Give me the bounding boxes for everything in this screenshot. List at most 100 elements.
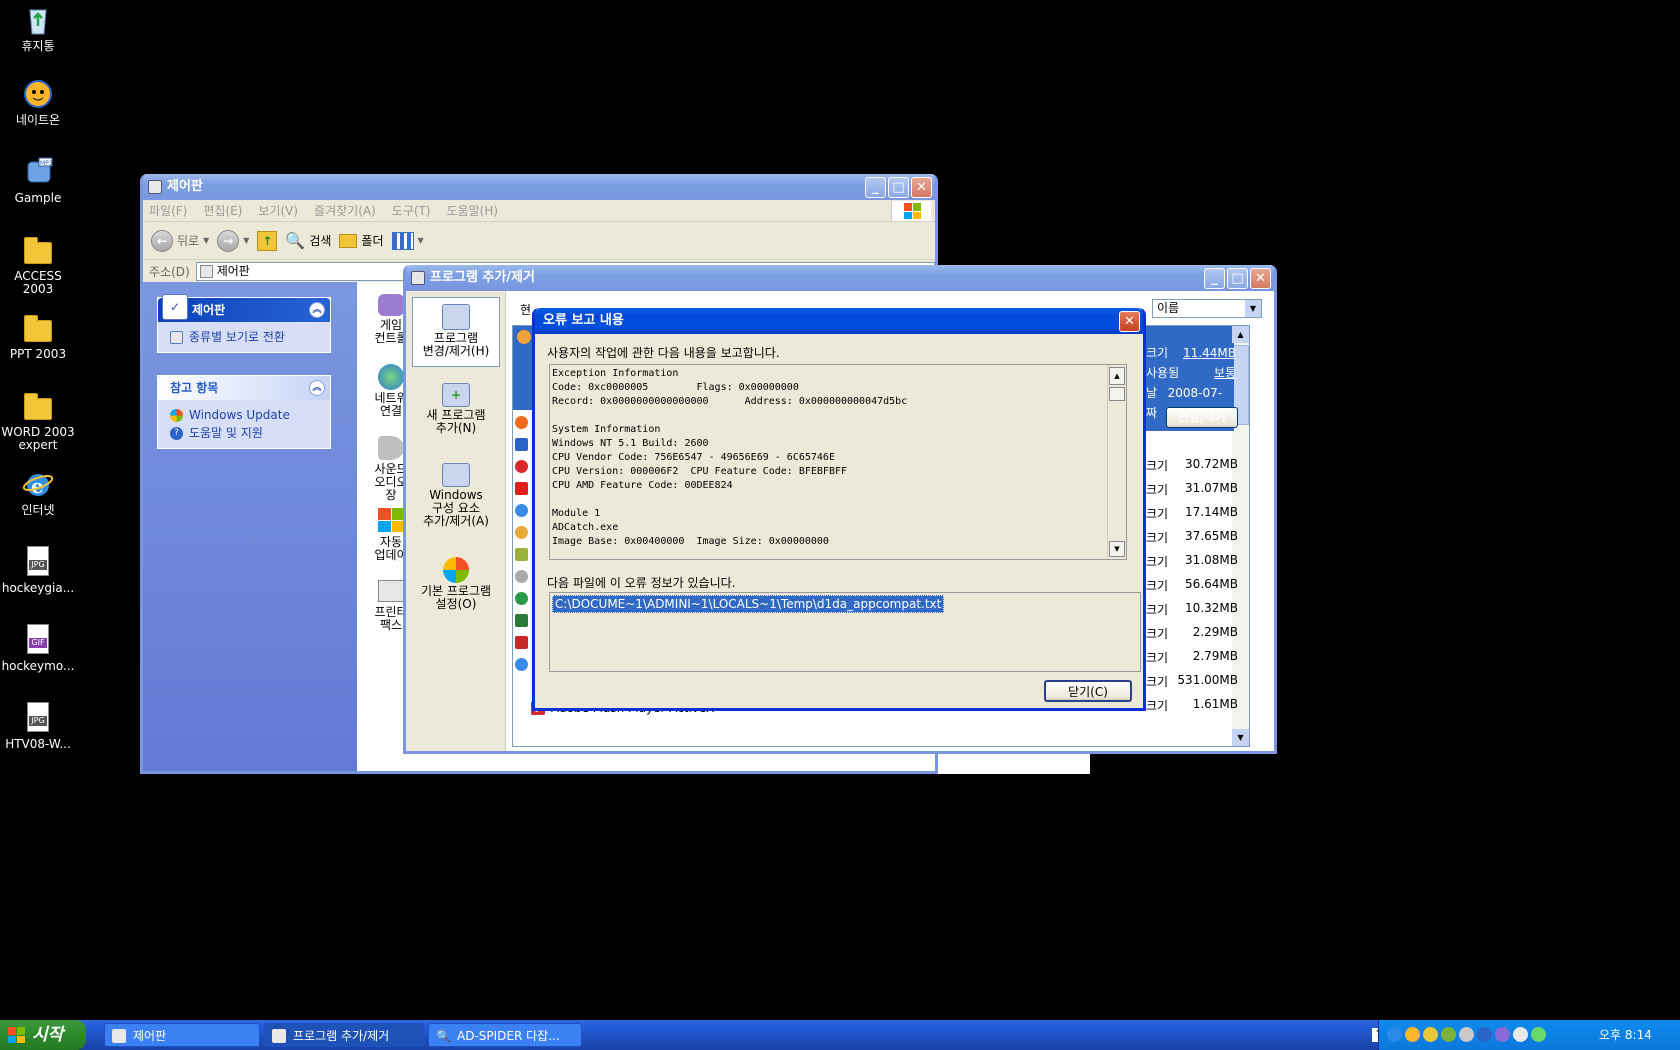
forward-arrow-icon: → xyxy=(217,229,240,252)
switch-category-view-link[interactable]: 종류별 보기로 전환 xyxy=(170,328,318,346)
up-folder-icon: ↑ xyxy=(257,230,278,251)
forward-button[interactable]: → ▼ xyxy=(217,229,249,252)
desktop-icon-access-2003[interactable]: ACCESS 2003 xyxy=(0,234,76,296)
program-size-row: 크기 31.07MB xyxy=(1146,481,1238,497)
program-size-row: 크기 2.29MB xyxy=(1146,625,1238,641)
program-icons-column xyxy=(515,412,533,692)
start-button[interactable]: 시작 xyxy=(0,1020,86,1050)
file-path-textbox[interactable]: C:\DOCUME~1\ADMINI~1\LOCALS~1\Temp\d1da_… xyxy=(549,592,1141,672)
minimize-button[interactable]: _ xyxy=(865,177,886,198)
desktop-icon-recycle-bin[interactable]: 휴지통 xyxy=(0,4,76,53)
taskbar-item-add-remove[interactable]: 프로그램 추가/제거 xyxy=(264,1023,424,1047)
programs-box-icon xyxy=(442,304,470,330)
search-button[interactable]: 🔍 검색 xyxy=(285,231,331,250)
see-also-box-header[interactable]: 참고 항목 ︽ xyxy=(158,376,330,400)
minimize-button[interactable]: _ xyxy=(1204,268,1225,289)
recycle-bin-icon xyxy=(22,4,54,36)
tray-app-icon[interactable] xyxy=(1531,1027,1546,1042)
gif-file-icon: GIF xyxy=(22,624,54,656)
menu-help[interactable]: 도움말(H) xyxy=(447,202,499,219)
control-panel-titlebar[interactable]: 제어판 _ □ ✕ xyxy=(143,174,935,200)
tray-app-icon[interactable] xyxy=(1513,1027,1528,1042)
taskbar-item-control-panel[interactable]: 제어판 xyxy=(104,1023,260,1047)
desktop-icon-htv08[interactable]: JPG HTV08-W... xyxy=(0,702,76,751)
maximize-button[interactable]: □ xyxy=(888,177,909,198)
menu-edit[interactable]: 편집(E) xyxy=(203,202,242,219)
jpg-file-icon: JPG xyxy=(22,702,54,734)
report-scrollbar[interactable]: ▲ ▼ xyxy=(1107,365,1126,559)
add-remove-sidebar: 프로그램 변경/제거(H) + 새 프로그램 추가(N) Windows 구성 요소 추… xyxy=(406,291,506,751)
tray-app-icon[interactable] xyxy=(1477,1027,1492,1042)
menu-tools[interactable]: 도구(T) xyxy=(392,202,431,219)
tray-app-icon[interactable] xyxy=(1387,1027,1402,1042)
windows-components-tab[interactable]: Windows 구성 요소 추가/제거(A) xyxy=(412,463,500,528)
menu-view[interactable]: 보기(V) xyxy=(258,202,298,219)
error-report-textbox[interactable]: Exception Information Code: 0xc0000005 F… xyxy=(549,364,1127,560)
dialog-close-button[interactable]: ✕ xyxy=(1119,311,1140,332)
checklist-icon: ✓ xyxy=(162,294,188,320)
internet-explorer-icon: e xyxy=(22,468,54,500)
desktop-icon-internet[interactable]: e 인터넷 xyxy=(0,468,76,517)
control-panel-icon xyxy=(148,180,162,194)
desktop-icon-nateon[interactable]: 네이트온 xyxy=(0,78,76,127)
collapse-icon[interactable]: ︽ xyxy=(309,380,325,396)
nateon-tray-icon[interactable] xyxy=(1405,1027,1420,1042)
collapse-icon[interactable]: ︽ xyxy=(309,302,325,318)
game-controller-icon xyxy=(378,294,404,316)
desktop-icon-hockeymo[interactable]: GIF hockeymo... xyxy=(0,624,76,673)
folders-button[interactable]: 폴더 xyxy=(339,232,384,249)
scroll-up-icon[interactable]: ▲ xyxy=(1109,367,1125,385)
tray-app-icon[interactable] xyxy=(1423,1027,1438,1042)
program-size-row: 크기 31.08MB xyxy=(1146,553,1238,569)
back-button[interactable]: ← 뒤로 ▼ xyxy=(151,229,209,252)
tray-app-icon[interactable] xyxy=(1495,1027,1510,1042)
views-button[interactable]: ▼ xyxy=(391,231,424,250)
default-programs-tab[interactable]: 기본 프로그램 설정(O) xyxy=(412,557,500,611)
add-remove-programs-icon xyxy=(272,1029,286,1043)
windows-update-link[interactable]: Windows Update xyxy=(170,406,318,424)
close-dialog-button[interactable]: 닫기(C) xyxy=(1044,680,1132,702)
clock[interactable]: 오후 8:14 xyxy=(1599,1020,1652,1050)
control-panel-icon xyxy=(199,264,213,278)
scroll-up-icon[interactable]: ▲ xyxy=(1232,326,1249,343)
program-size-row: 크기 37.65MB xyxy=(1146,529,1238,545)
close-button[interactable]: ✕ xyxy=(911,177,932,198)
speaker-icon xyxy=(378,436,404,460)
add-new-programs-tab[interactable]: + 새 프로그램 추가(N) xyxy=(412,383,500,435)
change-remove-programs-tab[interactable]: 프로그램 변경/제거(H) xyxy=(412,297,500,367)
chevron-down-icon[interactable]: ▼ xyxy=(1245,300,1261,317)
file-label: 다음 파일에 이 오류 정보가 있습니다. xyxy=(547,576,736,590)
desktop-icon-gample[interactable]: MP3 Gample xyxy=(0,156,76,205)
taskbar-item-ad-spider[interactable]: 🔍 AD-SPIDER 다잡... xyxy=(428,1023,582,1047)
maximize-button[interactable]: □ xyxy=(1227,268,1248,289)
program-size-row: 크기 10.32MB xyxy=(1146,601,1238,617)
sort-by-select[interactable]: 이름 ▼ xyxy=(1152,299,1262,318)
dialog-titlebar[interactable]: 오류 보고 내용 ✕ xyxy=(535,308,1143,334)
menu-bar: 파일(F) 편집(E) 보기(V) 즐겨찾기(A) 도구(T) 도움말(H) xyxy=(143,200,935,222)
help-and-support-link[interactable]: ? 도움말 및 지원 xyxy=(170,424,318,442)
menu-favorites[interactable]: 즐겨찾기(A) xyxy=(314,202,376,219)
close-button[interactable]: ✕ xyxy=(1250,268,1271,289)
scroll-thumb[interactable] xyxy=(1109,387,1125,401)
up-folder-button[interactable]: ↑ xyxy=(257,230,278,251)
tray-app-icon[interactable] xyxy=(1441,1027,1456,1042)
folder-icon xyxy=(22,390,54,422)
scroll-down-icon[interactable]: ▼ xyxy=(1109,541,1125,557)
program-size-row: 크기 30.72MB xyxy=(1146,457,1238,473)
add-program-icon: + xyxy=(442,383,470,407)
add-remove-titlebar[interactable]: 프로그램 추가/제거 _ □ ✕ xyxy=(406,265,1274,291)
scroll-down-icon[interactable]: ▼ xyxy=(1232,729,1249,746)
control-panel-box-header[interactable]: ✓ 제어판 ︽ xyxy=(158,294,330,322)
control-panel-small-icon xyxy=(170,330,183,344)
mp3-player-icon: MP3 xyxy=(22,156,54,188)
desktop-icon-hockeygia[interactable]: JPG hockeygia... xyxy=(0,546,76,595)
program-size-row: 크기 2.79MB xyxy=(1146,649,1238,665)
search-icon: 🔍 xyxy=(285,231,306,250)
change-remove-button[interactable]: 변경/제거 xyxy=(1166,407,1238,428)
file-path-selected-text: C:\DOCUME~1\ADMINI~1\LOCALS~1\Temp\d1da_… xyxy=(552,595,945,613)
menu-file[interactable]: 파일(F) xyxy=(149,202,187,219)
desktop-icon-ppt-2003[interactable]: PPT 2003 xyxy=(0,312,76,361)
tray-app-icon[interactable] xyxy=(1459,1027,1474,1042)
svg-text:MP3: MP3 xyxy=(40,160,53,167)
desktop-icon-word-2003[interactable]: WORD 2003 expert xyxy=(0,390,76,452)
